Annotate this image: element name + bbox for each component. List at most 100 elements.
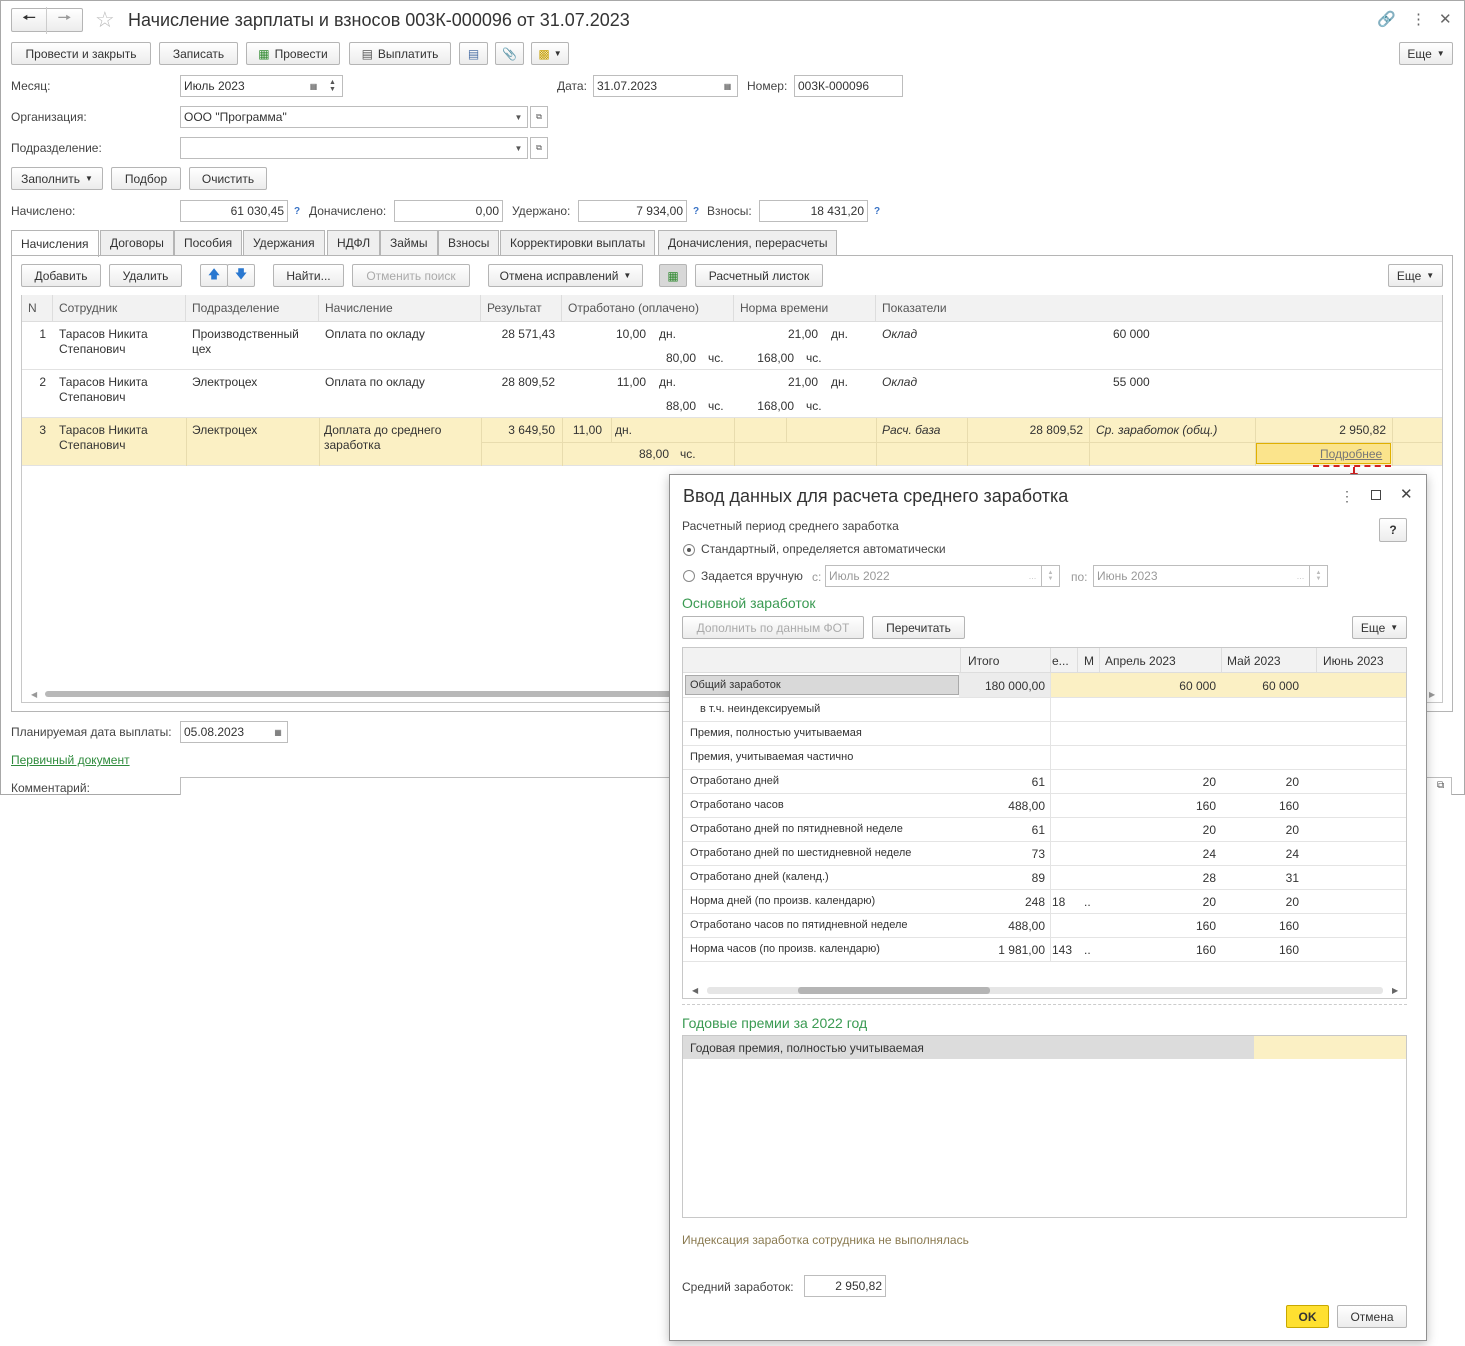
- table-row[interactable]: 1 Тарасов Никита Степанович Производстве…: [22, 322, 1442, 370]
- save-button[interactable]: Записать: [159, 42, 238, 65]
- col-june[interactable]: Июнь 2023: [1323, 654, 1384, 668]
- dept-field[interactable]: [180, 137, 511, 159]
- comment-open-icon[interactable]: ⧉: [1437, 780, 1444, 791]
- calendar-icon[interactable]: ▦: [304, 75, 324, 97]
- avg-field[interactable]: 2 950,82: [804, 1275, 886, 1297]
- dialog-close-icon[interactable]: ✕: [1400, 485, 1413, 503]
- col-n[interactable]: N: [22, 295, 53, 322]
- tab-contracts[interactable]: Договоры: [100, 230, 174, 255]
- ok-button[interactable]: OK: [1286, 1305, 1329, 1328]
- col-partial-2[interactable]: М: [1084, 654, 1094, 668]
- to-field[interactable]: Июнь 2023: [1093, 565, 1293, 587]
- dept-open-icon[interactable]: ⧉: [530, 137, 548, 159]
- grid-scrollbar[interactable]: [45, 691, 675, 697]
- col-department[interactable]: Подразделение: [186, 295, 319, 322]
- add-button[interactable]: Добавить: [21, 264, 101, 287]
- table-add-icon[interactable]: ▦: [659, 264, 687, 287]
- scroll-left-icon[interactable]: ◀: [31, 690, 37, 699]
- clear-button[interactable]: Очистить: [189, 167, 267, 190]
- from-field[interactable]: Июль 2022: [825, 565, 1025, 587]
- dialog-more-icon[interactable]: ⋮: [1340, 488, 1354, 505]
- tab-benefits[interactable]: Пособия: [174, 230, 243, 255]
- back-arrow-icon[interactable]: 🠔: [12, 6, 48, 34]
- cancel-fix-button[interactable]: Отмена исправлений ▼: [488, 264, 643, 287]
- col-employee[interactable]: Сотрудник: [53, 295, 186, 322]
- report-icon[interactable]: ▤: [459, 42, 488, 65]
- move-up-icon[interactable]: 🡅: [200, 264, 228, 287]
- table-more-button[interactable]: Еще ▼: [1388, 264, 1443, 287]
- from-spinner[interactable]: ▲ ▼: [1042, 565, 1060, 587]
- accrued-help-icon[interactable]: ?: [294, 206, 300, 217]
- delete-button[interactable]: Удалить: [109, 264, 182, 287]
- move-down-icon[interactable]: 🡇: [227, 264, 255, 287]
- tab-payment-corrections[interactable]: Корректировки выплаты: [500, 230, 656, 255]
- fill-button[interactable]: Заполнить ▼: [11, 167, 103, 190]
- date-field[interactable]: 31.07.2023: [593, 75, 719, 97]
- month-field[interactable]: Июль 2023: [180, 75, 305, 97]
- cancel-search-button[interactable]: Отменить поиск: [352, 264, 470, 287]
- link-icon[interactable]: 🔗: [1377, 10, 1396, 28]
- forward-arrow-icon[interactable]: 🠖: [47, 7, 82, 34]
- more-vertical-icon[interactable]: ⋮: [1411, 10, 1426, 28]
- withheld-field[interactable]: 7 934,00: [578, 200, 687, 222]
- dlg-scroll-right-icon[interactable]: ▶: [1392, 986, 1398, 995]
- dlg-scroll-left-icon[interactable]: ◀: [692, 986, 698, 995]
- number-field[interactable]: 003К-000096: [794, 75, 903, 97]
- col-may[interactable]: Май 2023: [1227, 654, 1281, 668]
- col-accrual[interactable]: Начисление: [319, 295, 481, 322]
- extra-field[interactable]: 0,00: [394, 200, 503, 222]
- post-and-close-button[interactable]: Провести и закрыть: [11, 42, 151, 65]
- dlg-scrollbar[interactable]: [798, 987, 990, 994]
- pay-button[interactable]: ▤ Выплатить: [349, 42, 451, 65]
- maximize-icon[interactable]: [1371, 490, 1381, 500]
- close-icon[interactable]: ✕: [1439, 10, 1452, 28]
- from-select-icon[interactable]: …: [1024, 565, 1042, 587]
- col-worked[interactable]: Отработано (оплачено): [562, 295, 734, 322]
- tab-ndfl[interactable]: НДФЛ: [327, 230, 381, 255]
- more-menu-button[interactable]: Еще ▼: [1399, 42, 1453, 65]
- table-row-selected[interactable]: 3 Тарасов Никита Степанович Электроцех Д…: [22, 418, 1442, 466]
- dialog-more-button[interactable]: Еще ▼: [1352, 616, 1407, 639]
- to-spinner[interactable]: ▲ ▼: [1310, 565, 1328, 587]
- col-indicators[interactable]: Показатели: [876, 295, 1442, 322]
- favorite-star-icon[interactable]: ☆: [95, 7, 115, 33]
- pick-button[interactable]: Подбор: [111, 167, 181, 190]
- find-button[interactable]: Найти...: [273, 264, 344, 287]
- tab-accruals[interactable]: Начисления: [11, 230, 99, 257]
- cancel-button[interactable]: Отмена: [1337, 1305, 1407, 1328]
- accrued-field[interactable]: 61 030,45: [180, 200, 288, 222]
- month-spinner[interactable]: ▲ ▼: [323, 75, 343, 97]
- col-april[interactable]: Апрель 2023: [1105, 654, 1176, 668]
- date-calendar-icon[interactable]: ▦: [718, 75, 738, 97]
- col-partial-1[interactable]: е...: [1052, 654, 1069, 668]
- table-row[interactable]: 2 Тарасов Никита Степанович Электроцех О…: [22, 370, 1442, 418]
- create-based-on-icon[interactable]: ▩ ▼: [531, 42, 569, 65]
- contrib-field[interactable]: 18 431,20: [759, 200, 868, 222]
- to-select-icon[interactable]: …: [1292, 565, 1310, 587]
- tab-recalculations[interactable]: Доначисления, перерасчеты: [658, 230, 838, 255]
- org-field[interactable]: ООО "Программа": [180, 106, 511, 128]
- col-result[interactable]: Результат: [481, 295, 562, 322]
- post-button[interactable]: ▦ Провести: [246, 42, 340, 65]
- col-norm[interactable]: Норма времени: [734, 295, 876, 322]
- fill-fot-button[interactable]: Дополнить по данным ФОТ: [682, 616, 864, 639]
- tab-deductions[interactable]: Удержания: [243, 230, 325, 255]
- org-dropdown-icon[interactable]: ▼: [510, 106, 528, 128]
- pay-date-field[interactable]: 05.08.2023: [180, 721, 270, 743]
- dept-dropdown-icon[interactable]: ▼: [510, 137, 528, 159]
- details-link[interactable]: Подробнее: [1320, 447, 1382, 462]
- contrib-help-icon[interactable]: ?: [874, 206, 880, 217]
- scroll-right-icon[interactable]: ▶: [1429, 690, 1435, 699]
- attachment-icon[interactable]: 📎: [495, 42, 524, 65]
- primary-document-link[interactable]: Первичный документ: [11, 753, 130, 767]
- radio-auto[interactable]: [683, 544, 695, 556]
- payslip-button[interactable]: Расчетный листок: [695, 264, 823, 287]
- help-button[interactable]: ?: [1379, 518, 1407, 542]
- pay-date-calendar-icon[interactable]: ▦: [269, 721, 288, 743]
- col-total[interactable]: Итого: [968, 654, 999, 668]
- radio-manual[interactable]: [683, 570, 695, 582]
- org-open-icon[interactable]: ⧉: [530, 106, 548, 128]
- tab-loans[interactable]: Займы: [380, 230, 438, 255]
- bonus-value-cell[interactable]: [1254, 1036, 1406, 1059]
- tab-contributions[interactable]: Взносы: [438, 230, 500, 255]
